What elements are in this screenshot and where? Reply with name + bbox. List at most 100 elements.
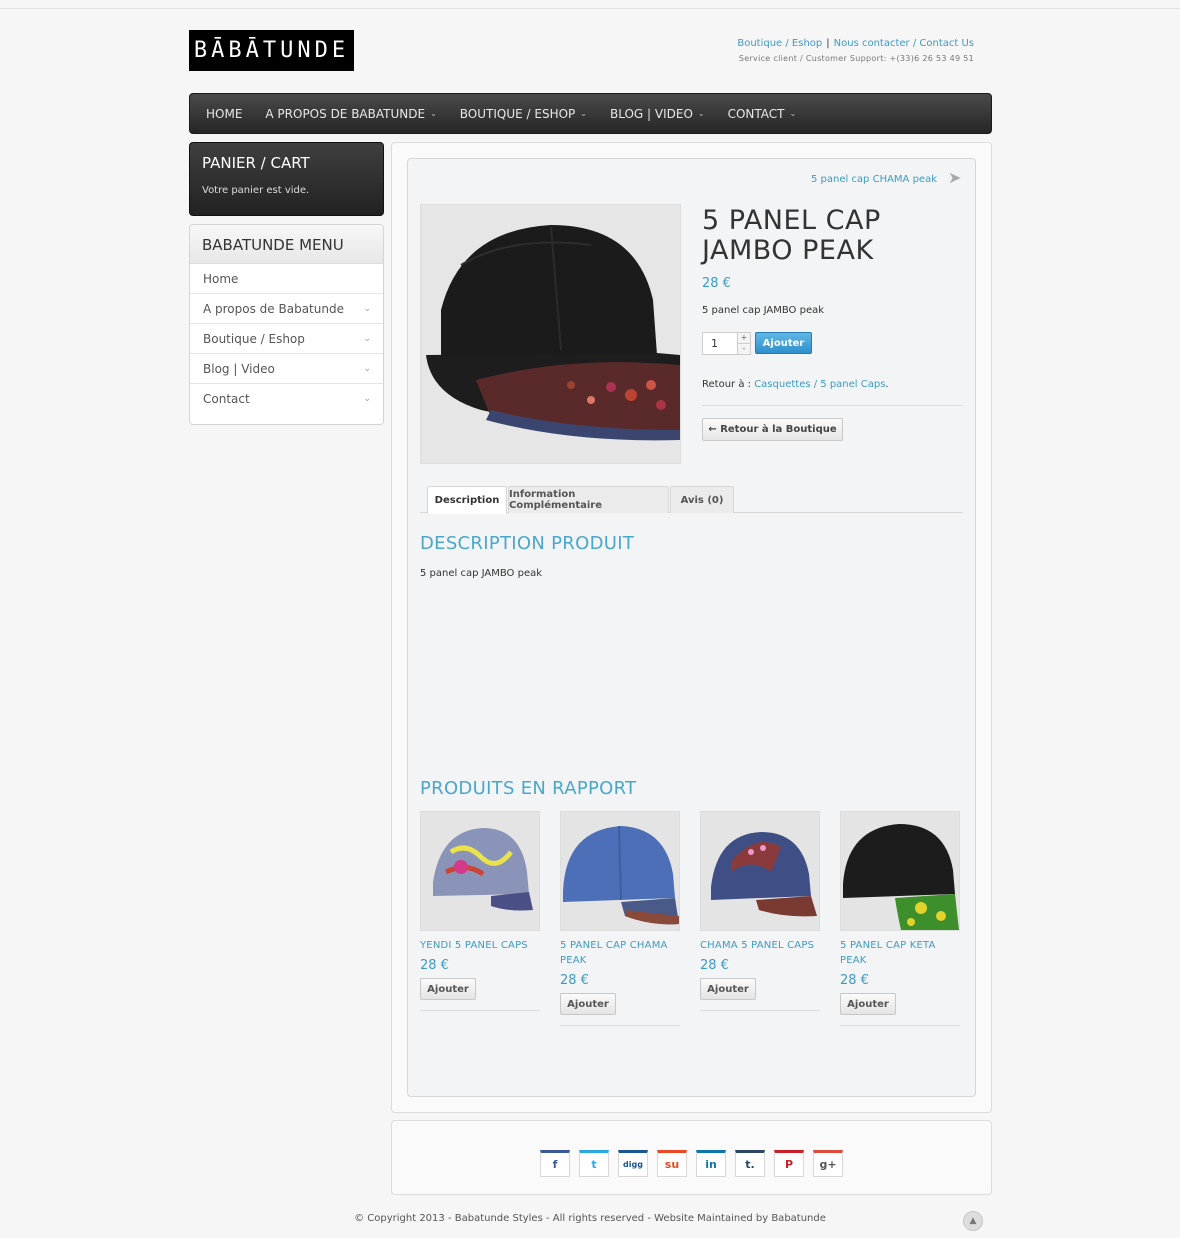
related-product: CHAMA 5 PANEL CAPS 28 € Ajouter	[700, 811, 820, 1011]
add-to-cart-button[interactable]: Ajouter	[755, 332, 812, 354]
shop-link[interactable]: Boutique / Eshop	[737, 38, 822, 49]
sidebar-item-about[interactable]: A propos de Babatunde ⌄	[190, 294, 383, 324]
sidebar-item-home[interactable]: Home	[190, 264, 383, 294]
googleplus-icon[interactable]: g+	[813, 1150, 843, 1177]
related-product-price: 28 €	[840, 973, 869, 988]
related-product-price: 28 €	[560, 973, 589, 988]
nav-item-label: BOUTIQUE / ESHOP	[459, 106, 576, 121]
cart-title: PANIER / CART	[202, 154, 310, 172]
nav-item-blog[interactable]: BLOG | VIDEO ⌄	[610, 107, 705, 121]
nav-item-shop[interactable]: BOUTIQUE / ESHOP ⌄	[460, 107, 587, 121]
stumbleupon-icon[interactable]: su	[657, 1150, 687, 1177]
product-short-description: 5 panel cap JAMBO peak	[702, 305, 825, 316]
contact-link[interactable]: Nous contacter / Contact Us	[834, 38, 974, 49]
add-to-cart-button[interactable]: Ajouter	[420, 978, 476, 1000]
sidebar-item-label: Home	[203, 271, 239, 286]
logo-text: BĀBĀTUNDE	[193, 38, 350, 63]
arrow-right-icon[interactable]: ➤	[948, 170, 962, 186]
tab-description[interactable]: Description	[427, 486, 507, 514]
facebook-icon[interactable]: f	[540, 1150, 570, 1177]
chevron-down-icon[interactable]: ⌄	[363, 364, 371, 374]
add-to-cart-button[interactable]: Ajouter	[700, 978, 756, 1000]
tab-label: Description	[434, 495, 500, 506]
sidebar-menu: BABATUNDE MENU Home A propos de Babatund…	[189, 224, 384, 425]
tab-reviews[interactable]: Avis (0)	[670, 486, 734, 513]
sidebar-item-blog[interactable]: Blog | Video ⌄	[190, 354, 383, 384]
category-prefix: Retour à :	[702, 379, 755, 390]
quantity-stepper[interactable]: 1 + -	[702, 332, 751, 355]
scroll-to-top-icon[interactable]: ▲	[963, 1211, 983, 1231]
link-separator: |	[826, 38, 830, 49]
chevron-down-icon: ⌄	[580, 109, 587, 118]
quantity-increase-button[interactable]: +	[737, 333, 750, 343]
product-price: 28 €	[702, 276, 731, 291]
product-title: 5 PANEL CAP JAMBO PEAK	[702, 205, 881, 266]
cart-empty-text: Votre panier est vide.	[202, 185, 310, 196]
related-product-name[interactable]: 5 PANEL CAP KETA PEAK	[840, 938, 960, 968]
nav-item-about[interactable]: A PROPOS DE BABATUNDE ⌄	[265, 107, 436, 121]
related-product-name[interactable]: CHAMA 5 PANEL CAPS	[700, 938, 820, 953]
category-link[interactable]: Casquettes / 5 panel Caps	[754, 379, 885, 390]
category-info: Retour à : Casquettes / 5 panel Caps.	[702, 379, 889, 390]
digg-icon[interactable]: digg	[618, 1150, 648, 1177]
product-image[interactable]	[420, 204, 681, 464]
related-product: YENDI 5 PANEL CAPS 28 € Ajouter	[420, 811, 540, 1011]
header-links: Boutique / Eshop | Nous contacter / Contac…	[737, 38, 974, 63]
tab-label: Information Complémentaire	[509, 489, 602, 511]
related-product-image[interactable]	[420, 811, 540, 931]
related-product-image[interactable]	[700, 811, 820, 931]
nav-item-label: CONTACT	[727, 106, 785, 121]
sidebar-item-label: Contact	[203, 392, 250, 406]
nav-item-label: BLOG | VIDEO	[609, 106, 693, 121]
related-product: 5 PANEL CAP CHAMA PEAK 28 € Ajouter	[560, 811, 680, 1026]
nav-item-label: A PROPOS DE BABATUNDE	[265, 106, 426, 121]
sidebar-item-shop[interactable]: Boutique / Eshop ⌄	[190, 324, 383, 354]
category-suffix: .	[885, 379, 889, 390]
sidebar-item-contact[interactable]: Contact ⌄	[190, 384, 383, 414]
quantity-decrease-button[interactable]: -	[737, 343, 750, 354]
sidebar-menu-title: BABATUNDE MENU	[190, 225, 383, 264]
related-product: 5 PANEL CAP KETA PEAK 28 € Ajouter	[840, 811, 960, 1026]
nav-item-label: HOME	[206, 106, 243, 121]
sidebar-item-label: Blog | Video	[203, 361, 275, 376]
related-product-image[interactable]	[560, 811, 680, 931]
quantity-value[interactable]: 1	[703, 337, 728, 350]
linkedin-icon[interactable]: in	[696, 1150, 726, 1177]
sidebar-item-label: A propos de Babatunde	[203, 301, 344, 316]
description-text: 5 panel cap JAMBO peak	[420, 568, 543, 579]
back-to-shop-button[interactable]: ← Retour à la Boutique	[702, 418, 843, 441]
add-to-cart-button[interactable]: Ajouter	[560, 993, 616, 1015]
cart-widget: PANIER / CART Votre panier est vide.	[189, 142, 384, 216]
nav-item-home[interactable]: HOME	[206, 107, 242, 121]
chevron-down-icon[interactable]: ⌄	[363, 304, 371, 314]
divider	[420, 1010, 540, 1011]
chevron-down-icon: ⌄	[789, 109, 797, 118]
top-border	[0, 8, 1180, 9]
tab-label: Avis (0)	[680, 494, 724, 506]
related-product-image[interactable]	[840, 811, 960, 931]
tumblr-icon[interactable]: t.	[735, 1150, 765, 1177]
related-product-name[interactable]: 5 PANEL CAP CHAMA PEAK	[560, 938, 680, 968]
related-heading: PRODUITS EN RAPPORT	[420, 778, 637, 799]
related-product-price: 28 €	[700, 958, 729, 973]
share-panel	[391, 1120, 992, 1195]
site-logo[interactable]: BĀBĀTUNDE	[189, 30, 354, 71]
chevron-down-icon[interactable]: ⌄	[363, 334, 371, 344]
related-product-name[interactable]: YENDI 5 PANEL CAPS	[420, 938, 540, 953]
description-heading: DESCRIPTION PRODUIT	[420, 533, 635, 554]
add-to-cart-button[interactable]: Ajouter	[840, 993, 896, 1015]
pinterest-icon[interactable]: P	[774, 1150, 804, 1177]
divider	[840, 1025, 960, 1026]
twitter-icon[interactable]: t	[579, 1150, 609, 1177]
chevron-down-icon: ⌄	[430, 109, 437, 118]
chevron-down-icon[interactable]: ⌄	[363, 394, 371, 404]
main-nav: HOME A PROPOS DE BABATUNDE ⌄ BOUTIQUE / E…	[189, 93, 992, 134]
next-product-link[interactable]: 5 panel cap CHAMA peak	[811, 174, 937, 185]
footer-copyright: © Copyright 2013 - Babatunde Styles - Al…	[354, 1213, 826, 1224]
chevron-down-icon: ⌄	[697, 109, 705, 118]
tab-additional-info[interactable]: Information Complémentaire	[508, 486, 669, 513]
nav-item-contact[interactable]: CONTACT ⌄	[728, 107, 797, 121]
sidebar-item-label: Boutique / Eshop	[203, 331, 305, 346]
related-product-price: 28 €	[420, 958, 449, 973]
support-info: Service client / Customer Support: +(33)…	[738, 54, 974, 63]
